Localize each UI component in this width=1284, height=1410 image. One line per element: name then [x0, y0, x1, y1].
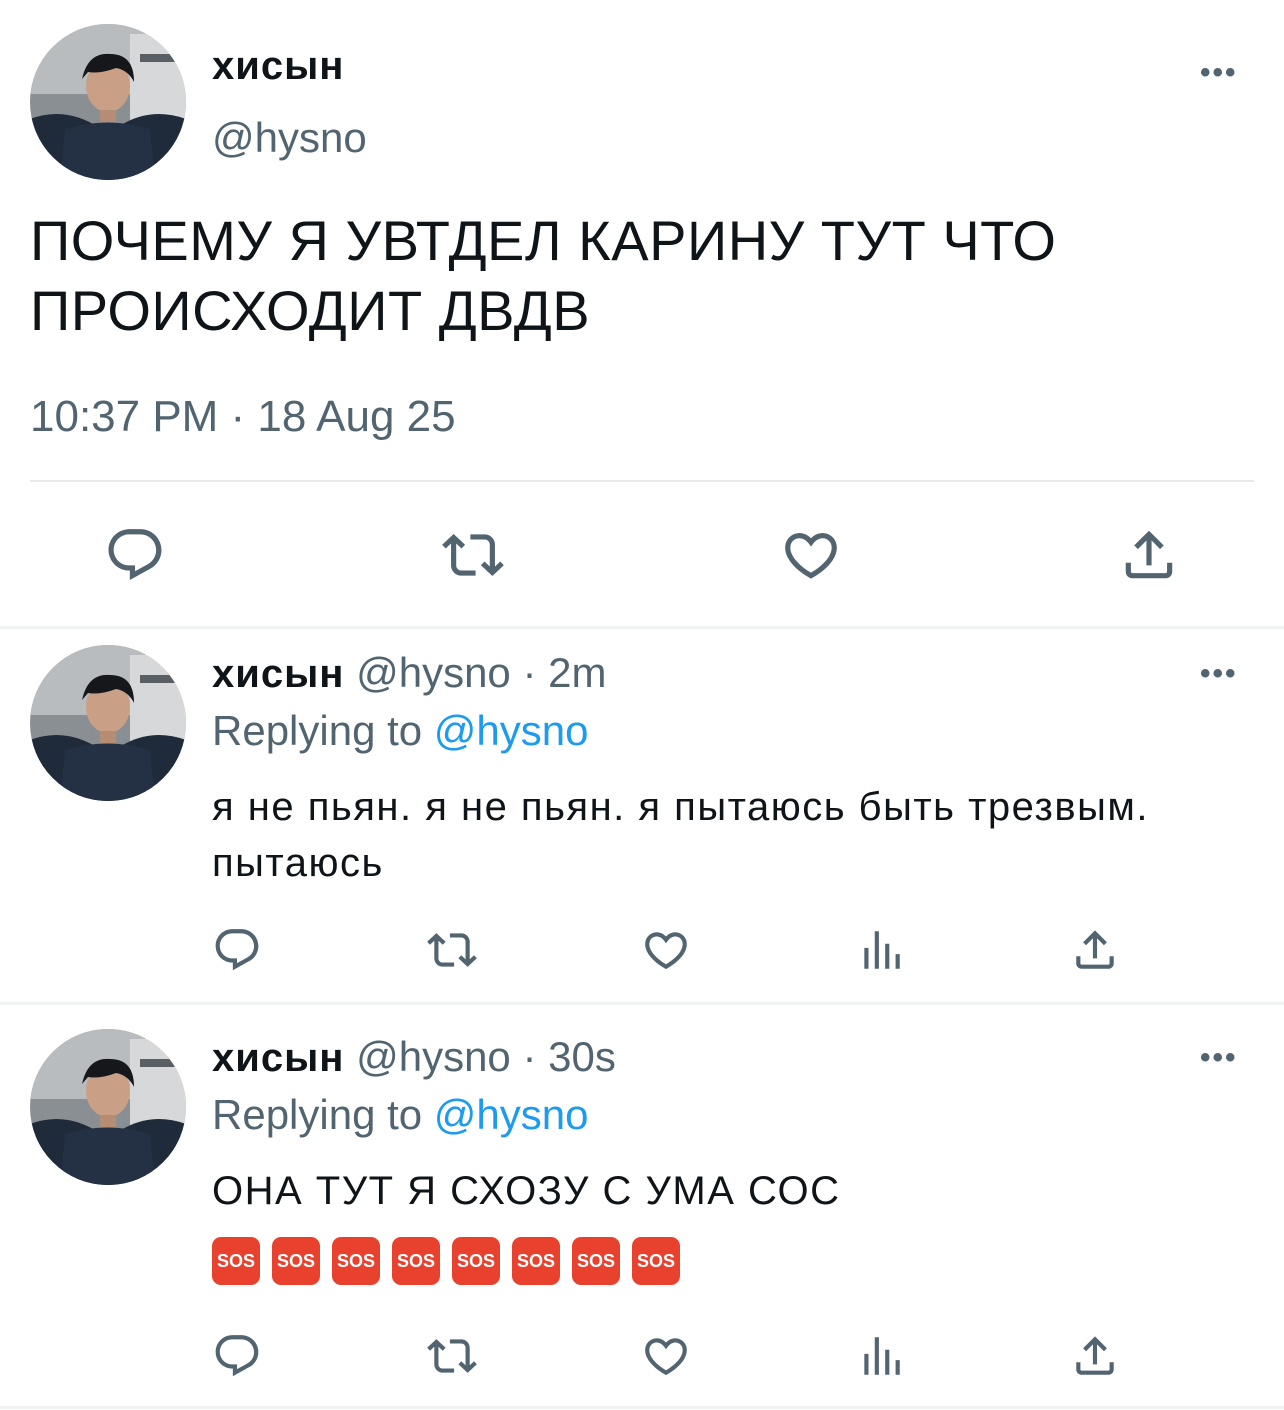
- reply-icon: [104, 524, 166, 586]
- reply-icon: [212, 1331, 262, 1381]
- tweet-text: ПОЧЕМУ Я УВТДЕЛ КАРИНУ ТУТ ЧТО ПРОИСХОДИ…: [30, 209, 1057, 342]
- like-icon: [780, 524, 842, 586]
- like-button[interactable]: [640, 925, 692, 975]
- retweet-button[interactable]: [424, 925, 480, 975]
- divider: [30, 480, 1254, 482]
- tweet-header: хисын @hysno · 30s: [212, 1033, 616, 1081]
- avatar[interactable]: [30, 24, 186, 180]
- more-options-icon[interactable]: •••: [1200, 56, 1238, 90]
- retweet-icon: [440, 524, 506, 586]
- analytics-button[interactable]: [856, 1331, 906, 1381]
- handle-time[interactable]: @hysno · 30s: [344, 1033, 616, 1080]
- sos-emoji: SOS: [332, 1237, 380, 1285]
- more-options-icon[interactable]: •••: [1200, 1041, 1238, 1075]
- avatar[interactable]: [30, 645, 186, 801]
- reply-tweet: хисын @hysno · 2m ••• Replying to @hysno…: [0, 629, 1284, 1001]
- reply-button[interactable]: [212, 1331, 262, 1381]
- sos-emoji: SOS: [632, 1237, 680, 1285]
- divider: [0, 1406, 1284, 1409]
- replying-to: Replying to @hysno: [212, 1091, 589, 1139]
- replying-prefix: Replying to: [212, 707, 434, 754]
- sos-emoji: SOS: [572, 1237, 620, 1285]
- sos-emoji: SOS: [512, 1237, 560, 1285]
- share-icon: [1118, 524, 1180, 586]
- sos-emoji: SOS: [212, 1237, 260, 1285]
- like-icon: [640, 925, 692, 975]
- share-icon: [1070, 1331, 1120, 1381]
- reply-button[interactable]: [212, 925, 262, 975]
- like-button[interactable]: [780, 524, 842, 586]
- sos-emoji: SOS: [392, 1237, 440, 1285]
- retweet-button[interactable]: [424, 1331, 480, 1381]
- share-button[interactable]: [1118, 524, 1180, 586]
- more-options-icon[interactable]: •••: [1200, 657, 1238, 691]
- handle[interactable]: @hysno: [212, 114, 367, 162]
- mention-link[interactable]: @hysno: [434, 1091, 589, 1138]
- emoji-row: SOS SOS SOS SOS SOS SOS SOS SOS: [212, 1237, 680, 1285]
- display-name[interactable]: хисын: [212, 652, 344, 696]
- handle-time[interactable]: @hysno · 2m: [344, 649, 606, 696]
- share-button[interactable]: [1070, 925, 1120, 975]
- display-name[interactable]: хисын: [212, 1036, 344, 1080]
- reply-tweet: хисын @hysno · 30s ••• Replying to @hysn…: [0, 1005, 1284, 1410]
- main-tweet: хисын @hysno ••• ПОЧЕМУ Я УВТДЕЛ КАРИНУ …: [0, 0, 1284, 628]
- share-icon: [1070, 925, 1120, 975]
- like-button[interactable]: [640, 1331, 692, 1381]
- retweet-icon: [424, 925, 480, 975]
- tweet-timestamp[interactable]: 10:37 PM · 18 Aug 25: [30, 392, 456, 442]
- sos-emoji: SOS: [452, 1237, 500, 1285]
- replying-to: Replying to @hysno: [212, 707, 589, 755]
- analytics-icon: [856, 925, 906, 975]
- analytics-icon: [856, 1331, 906, 1381]
- like-icon: [640, 1331, 692, 1381]
- analytics-button[interactable]: [856, 925, 906, 975]
- tweet-text: я не пьян. я не пьян. я пытаюсь быть тре…: [212, 785, 1149, 885]
- tweet-text: ОНА ТУТ Я СХОЗУ С УМА СОС: [212, 1169, 841, 1213]
- tweet-header: хисын @hysno · 2m: [212, 649, 606, 697]
- reply-button[interactable]: [104, 524, 166, 586]
- mention-link[interactable]: @hysno: [434, 707, 589, 754]
- reply-icon: [212, 925, 262, 975]
- retweet-button[interactable]: [440, 524, 506, 586]
- share-button[interactable]: [1070, 1331, 1120, 1381]
- avatar[interactable]: [30, 1029, 186, 1185]
- display-name[interactable]: хисын: [212, 44, 344, 89]
- sos-emoji: SOS: [272, 1237, 320, 1285]
- replying-prefix: Replying to: [212, 1091, 434, 1138]
- retweet-icon: [424, 1331, 480, 1381]
